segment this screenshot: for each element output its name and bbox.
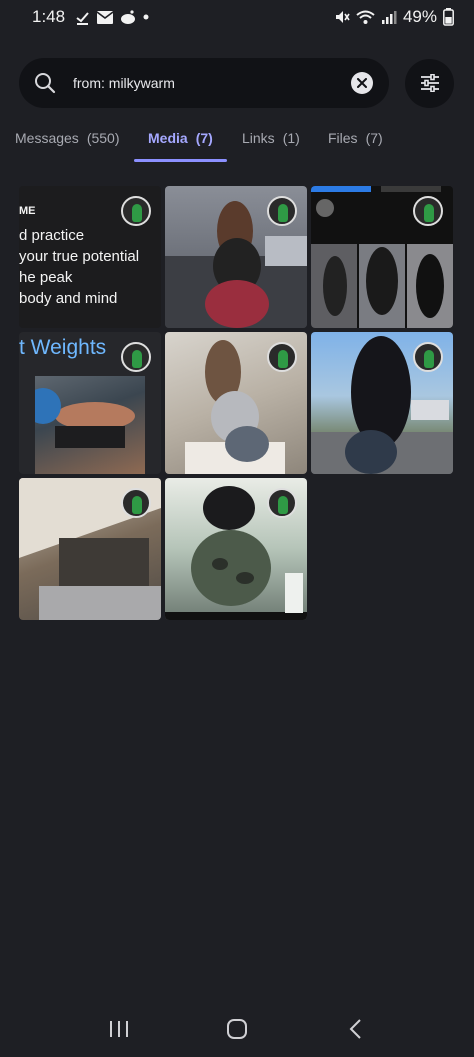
back-button[interactable] bbox=[325, 1009, 385, 1049]
dot-icon bbox=[143, 14, 149, 20]
media-item[interactable] bbox=[165, 186, 307, 328]
signal-icon bbox=[381, 11, 397, 24]
tab-count: (550) bbox=[86, 130, 120, 146]
avatar bbox=[267, 342, 297, 372]
tab-files[interactable]: Files (7) bbox=[328, 126, 383, 164]
avatar bbox=[413, 196, 443, 226]
battery-icon bbox=[443, 8, 454, 26]
tab-count: (7) bbox=[365, 130, 383, 146]
mute-icon bbox=[335, 11, 350, 23]
tab-label: Media bbox=[148, 130, 188, 146]
home-icon bbox=[227, 1019, 247, 1039]
tab-messages[interactable]: Messages (550) bbox=[15, 126, 120, 164]
media-item[interactable]: ME d practice your true potential he pea… bbox=[19, 186, 161, 328]
recents-button[interactable] bbox=[89, 1009, 149, 1049]
status-bar: 1:48 49% bbox=[0, 0, 474, 34]
search-icon bbox=[35, 73, 56, 94]
reddit-icon bbox=[121, 10, 136, 24]
avatar bbox=[121, 196, 151, 226]
tab-label: Files bbox=[328, 130, 358, 146]
active-tab-indicator bbox=[134, 159, 227, 162]
media-item[interactable] bbox=[165, 478, 307, 620]
status-time: 1:48 bbox=[32, 7, 66, 26]
tab-count: (1) bbox=[282, 130, 300, 146]
avatar bbox=[267, 488, 297, 518]
search-input[interactable] bbox=[73, 75, 351, 91]
tab-label: Messages bbox=[15, 130, 79, 146]
tab-links[interactable]: Links (1) bbox=[242, 126, 300, 164]
wifi-icon bbox=[356, 10, 375, 24]
back-icon bbox=[349, 1019, 361, 1039]
media-caption-line: d practice bbox=[19, 227, 85, 244]
battery-percent: 49% bbox=[402, 7, 437, 26]
media-caption-heading: t Weights bbox=[19, 336, 107, 359]
media-item[interactable]: t Weights bbox=[19, 332, 161, 474]
tab-label: Links bbox=[242, 130, 275, 146]
recents-icon bbox=[110, 1021, 128, 1037]
media-caption-line: he peak bbox=[19, 269, 73, 286]
media-caption-text: ME d practice your true potential he pea… bbox=[19, 201, 139, 309]
tab-count: (7) bbox=[195, 130, 213, 146]
filter-button[interactable] bbox=[405, 58, 454, 108]
search-tabs: Messages (550) Media (7) Links (1) Files… bbox=[0, 126, 474, 164]
workout-photo bbox=[25, 376, 145, 474]
media-caption-line: body and mind bbox=[19, 290, 118, 307]
search-bar[interactable] bbox=[19, 58, 389, 108]
avatar bbox=[121, 342, 151, 372]
avatar bbox=[413, 342, 443, 372]
clear-icon bbox=[357, 78, 367, 88]
clear-search-button[interactable] bbox=[351, 72, 373, 94]
notification-icons bbox=[75, 10, 149, 25]
mail-icon bbox=[97, 10, 114, 24]
avatar bbox=[267, 196, 297, 226]
home-button[interactable] bbox=[207, 1009, 267, 1049]
media-item[interactable] bbox=[311, 332, 453, 474]
avatar bbox=[121, 488, 151, 518]
system-navigation-bar bbox=[0, 1005, 474, 1053]
system-icons: 49% bbox=[334, 7, 454, 27]
filter-sliders-icon bbox=[420, 74, 439, 92]
check-download-icon bbox=[76, 11, 89, 25]
media-caption-line: your true potential bbox=[19, 248, 140, 265]
media-item[interactable] bbox=[19, 478, 161, 620]
search-row bbox=[19, 58, 455, 108]
media-item[interactable] bbox=[311, 186, 453, 328]
media-item[interactable] bbox=[165, 332, 307, 474]
